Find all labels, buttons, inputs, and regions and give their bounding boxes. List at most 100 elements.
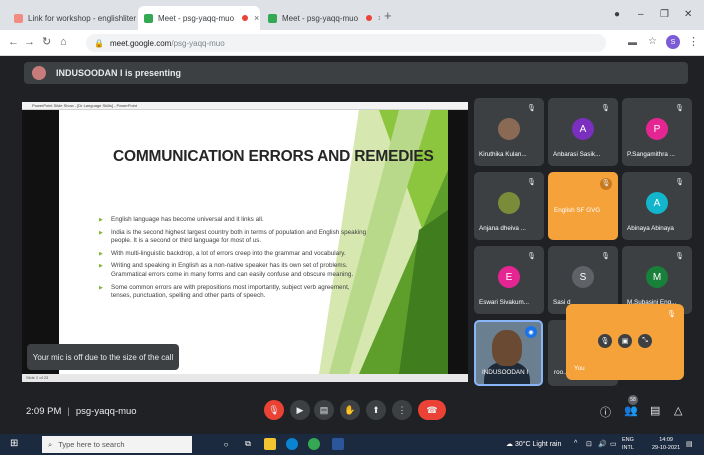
notifications-icon[interactable]: ▤ <box>686 440 693 448</box>
file-explorer-icon[interactable] <box>264 438 276 450</box>
raise-hand-button[interactable]: ✋ <box>340 400 360 420</box>
tab-label: Link for workshop - englishlitera <box>28 13 136 23</box>
meeting-details-icon[interactable]: ⓘ <box>600 404 611 420</box>
forward-arrow-icon[interactable]: → <box>24 36 35 48</box>
camera-indicator-icon[interactable]: ▬ <box>628 36 637 48</box>
presenter-video-face <box>492 330 522 366</box>
network-icon[interactable]: ⊡ <box>586 440 592 448</box>
meeting-time: 2:09 PM <box>26 406 62 417</box>
url-host: meet.google.com <box>109 38 172 48</box>
language-indicator[interactable]: ENG INTL <box>622 436 634 452</box>
battery-icon[interactable]: ▭ <box>610 440 617 448</box>
participant-avatar: P <box>646 118 668 140</box>
tab-meet-active[interactable]: Meet - psg-yaqq-muo × <box>138 6 260 30</box>
more-options-button[interactable]: ⋮ <box>392 400 412 420</box>
participant-avatar: E <box>498 266 520 288</box>
search-icon: ⌕ <box>48 439 53 449</box>
cortana-icon[interactable]: ○ <box>220 438 232 450</box>
windows-start-icon[interactable]: ⊞ <box>10 439 18 449</box>
participant-name: English SF GVG <box>554 207 601 214</box>
self-view-label: You <box>574 365 585 372</box>
meeting-info: 2:09 PM | psg-yaqq-muo <box>26 406 137 417</box>
tab-workshop-link[interactable]: Link for workshop - englishlitera × <box>8 6 136 30</box>
tab-search-icon[interactable]: ● <box>614 9 620 20</box>
participant-name: Abinaya Abinaya <box>627 225 674 232</box>
participant-tile[interactable]: 🎙 Anjana dheiva ... <box>474 172 544 240</box>
lock-icon: 🔒 <box>94 38 104 48</box>
participant-tile[interactable]: 🎙 Kiruthika Kulan... <box>474 98 544 166</box>
self-view-mic-icon[interactable]: 🎙 <box>598 334 612 348</box>
maximize-button[interactable]: ❐ <box>660 9 669 20</box>
slide-bullet: Writing and speaking in English as a non… <box>99 262 371 279</box>
edge-browser-icon[interactable] <box>286 438 298 450</box>
meeting-code: psg-yaqq-muo <box>75 406 137 417</box>
captions-button[interactable]: ▤ <box>314 400 334 420</box>
participant-name: Anjana dheiva ... <box>479 225 526 232</box>
self-view-tile[interactable]: 🎙 🎙 ▣ ⤡ You <box>566 304 684 380</box>
mic-off-icon: 🎙 <box>601 105 610 112</box>
participant-tile[interactable]: 🎙 E Eswari Sivakum... <box>474 246 544 314</box>
volume-icon[interactable]: 🔊 <box>598 440 607 448</box>
camera-toggle-button[interactable]: ▶ <box>290 400 310 420</box>
tab-meet-second[interactable]: Meet - psg-yaqq-muo × <box>262 6 380 30</box>
participant-avatar: A <box>572 118 594 140</box>
browser-menu-icon[interactable]: ⋮ <box>688 36 699 48</box>
minimize-button[interactable]: – <box>638 9 644 20</box>
meet-control-bar: 2:09 PM | psg-yaqq-muo 🎙 ▶ ▤ ✋ ⬆ ⋮ ☎ ⓘ 👥 5… <box>0 392 704 430</box>
address-bar[interactable]: 🔒 meet.google.com/psg-yaqq-muo <box>86 34 606 52</box>
participant-tile[interactable]: 🎙 A Abinaya Abinaya <box>622 172 692 240</box>
slide-bullet: Some common errors are with prepositions… <box>99 284 371 301</box>
taskbar-search-box[interactable]: ⌕ Type here to search <box>42 436 192 453</box>
self-view-expand-icon[interactable]: ▣ <box>618 334 632 348</box>
presenter-video-tile[interactable]: ◉ INDUSOODAN I <box>474 320 543 386</box>
participant-tile[interactable]: 🎙 A Anbarasi Sasik... <box>548 98 618 166</box>
speaking-indicator-icon: ◉ <box>525 326 537 338</box>
language-region: INTL <box>622 445 634 451</box>
close-tab-icon[interactable]: × <box>254 13 259 23</box>
close-tab-icon[interactable]: × <box>378 13 380 23</box>
task-view-icon[interactable]: ⧉ <box>242 438 254 450</box>
taskbar-search-placeholder: Type here to search <box>58 440 125 449</box>
tray-overflow-icon[interactable]: ^ <box>574 440 577 447</box>
word-app-icon[interactable] <box>332 438 344 450</box>
activities-icon[interactable]: △ <box>674 404 682 417</box>
participant-avatar: A <box>646 192 668 214</box>
mic-toggle-button[interactable]: 🎙 <box>264 400 284 420</box>
participant-tile[interactable]: 🎙 English SF GVG <box>548 172 618 240</box>
tab-label: Meet - psg-yaqq-muo <box>282 13 359 23</box>
slide-bullet-list: English language has become universal an… <box>99 216 371 305</box>
present-now-button[interactable]: ⬆ <box>366 400 386 420</box>
participant-name: Eswari Sivakum... <box>479 299 530 306</box>
presenting-banner: INDUSOODAN I is presenting <box>24 62 688 84</box>
participant-name: Kiruthika Kulan... <box>479 151 527 158</box>
end-call-button[interactable]: ☎ <box>418 400 446 420</box>
browser-toolbar: ← → ↻ ⌂ 🔒 meet.google.com/psg-yaqq-muo ▬… <box>0 30 704 56</box>
people-icon[interactable]: 👥 <box>624 404 638 417</box>
close-window-button[interactable]: ✕ <box>684 9 692 20</box>
chat-icon[interactable]: ▤ <box>650 404 660 417</box>
presentation-slide: COMMUNICATION ERRORS AND REMEDIES Englis… <box>59 110 448 374</box>
slide-counter: Slide 2 of 23 <box>26 375 49 380</box>
participant-avatar <box>498 118 520 140</box>
presenting-text: INDUSOODAN I is presenting <box>56 68 182 78</box>
mic-off-icon: 🎙 <box>675 179 684 186</box>
mic-off-icon: 🎙 <box>675 253 684 260</box>
reload-icon[interactable]: ↻ <box>42 36 51 48</box>
url-path: /psg-yaqq-muo <box>171 38 225 48</box>
language-code: ENG <box>622 437 634 443</box>
self-view-minimize-icon[interactable]: ⤡ <box>638 334 652 348</box>
taskbar-clock[interactable]: 14:09 29-10-2021 <box>652 436 680 452</box>
new-tab-button[interactable]: + <box>384 9 392 22</box>
participant-avatar: S <box>572 266 594 288</box>
weather-widget[interactable]: ☁ 30°C Light rain <box>506 440 561 448</box>
mic-off-icon: 🎙 <box>675 105 684 112</box>
tab-label: Meet - psg-yaqq-muo <box>158 13 235 23</box>
participant-tile[interactable]: 🎙 P P.Sangamithra ... <box>622 98 692 166</box>
participant-name: INDUSOODAN I <box>482 369 529 376</box>
profile-avatar[interactable]: S <box>666 35 680 49</box>
bookmark-star-icon[interactable]: ☆ <box>648 36 657 48</box>
chrome-browser-icon[interactable] <box>308 438 320 450</box>
back-arrow-icon[interactable]: ← <box>8 36 19 48</box>
mic-off-toast: Your mic is off due to the size of the c… <box>27 344 179 370</box>
home-icon[interactable]: ⌂ <box>60 36 67 48</box>
